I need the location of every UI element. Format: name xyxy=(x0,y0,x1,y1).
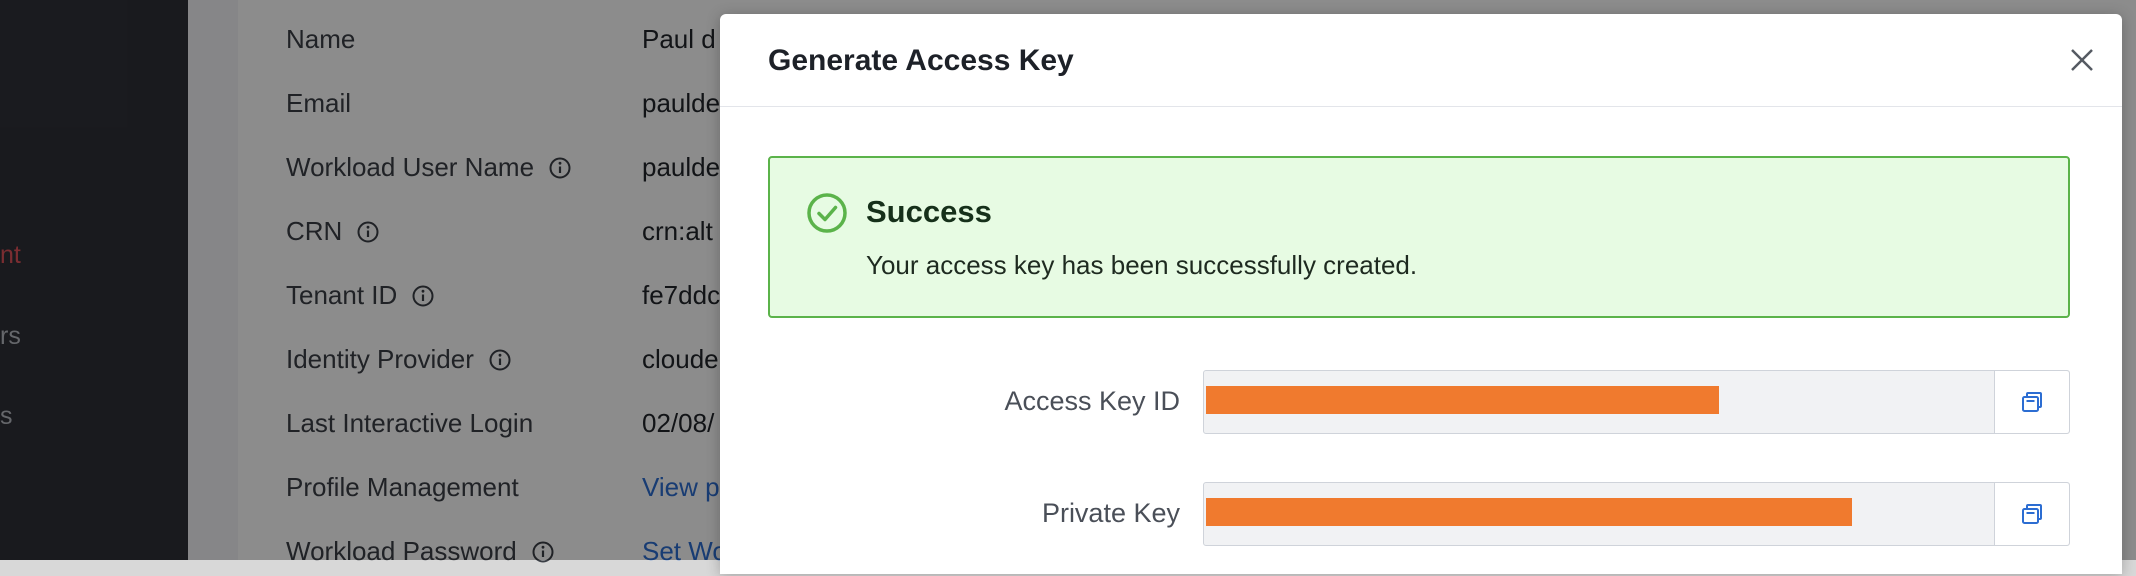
copy-private-key-button[interactable] xyxy=(1994,483,2069,545)
dialog-title: Generate Access Key xyxy=(768,44,1074,77)
check-circle-icon xyxy=(806,192,848,239)
copy-access-key-id-button[interactable] xyxy=(1994,371,2069,433)
private-key-label: Private Key xyxy=(1041,498,1180,528)
alert-title: Success xyxy=(866,194,992,229)
access-key-id-field: Access Key ID xyxy=(720,370,2122,434)
close-icon xyxy=(2071,49,2093,71)
copy-icon xyxy=(2022,392,2042,412)
access-key-id-input[interactable] xyxy=(1203,370,2070,434)
private-key-field: Private Key xyxy=(720,482,2122,546)
alert-message: Your access key has been successfully cr… xyxy=(866,250,1418,280)
private-key-input[interactable] xyxy=(1203,482,2070,546)
close-button[interactable] xyxy=(2062,40,2102,80)
redaction-bar xyxy=(1206,386,1719,414)
redaction-bar xyxy=(1206,498,1852,526)
access-key-id-label: Access Key ID xyxy=(1004,386,1180,416)
success-alert: Success Your access key has been success… xyxy=(768,156,2070,318)
copy-icon xyxy=(2022,504,2042,524)
dialog-header: Generate Access Key xyxy=(720,14,2122,107)
generate-access-key-dialog: Generate Access Key Success Your access … xyxy=(720,14,2122,574)
